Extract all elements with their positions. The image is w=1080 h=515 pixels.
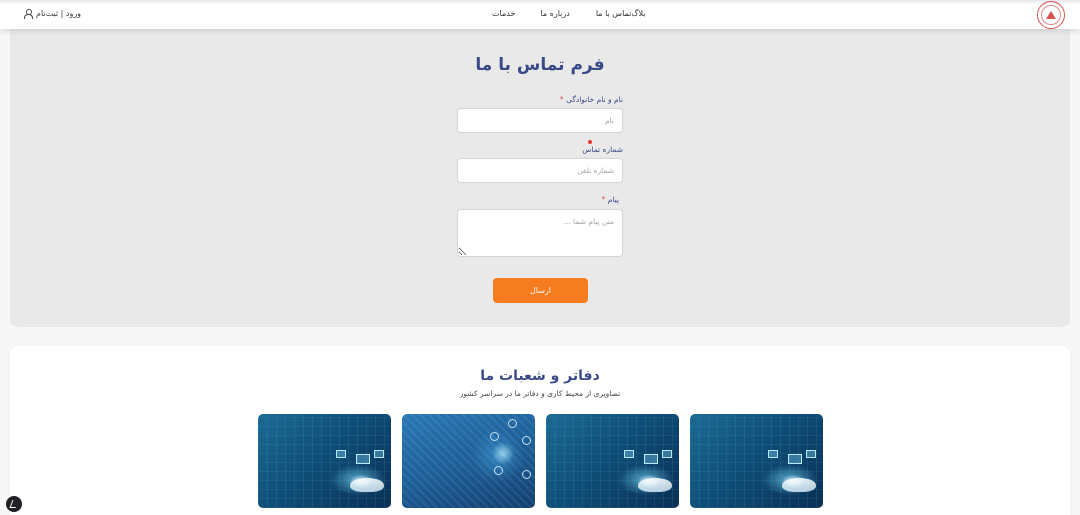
logo-emblem-icon bbox=[1046, 11, 1056, 19]
phone-field-label: شماره تماس bbox=[582, 145, 623, 154]
submit-button[interactable]: ارسال bbox=[493, 278, 588, 303]
offices-subtitle: تصاویری از محیط کاری و دفاتر ما در سراسر… bbox=[459, 389, 621, 398]
message-textarea[interactable] bbox=[457, 209, 623, 257]
office-image[interactable] bbox=[258, 414, 391, 508]
lightning-icon[interactable] bbox=[6, 496, 22, 512]
main-nav: خدمات درباره ما تماس با ما بلاگ bbox=[462, 9, 646, 18]
message-field-label: پیام * bbox=[601, 195, 619, 204]
nav-item-blog[interactable]: بلاگ bbox=[631, 9, 645, 18]
office-image[interactable] bbox=[402, 414, 535, 508]
user-icon bbox=[23, 9, 33, 19]
contact-form-title: فرم تماس با ما bbox=[475, 55, 605, 75]
required-mark: * bbox=[559, 95, 564, 104]
office-image[interactable] bbox=[690, 414, 823, 508]
login-register-label: ورود | ثبت‌نام bbox=[36, 9, 82, 18]
nav-item-about[interactable]: درباره ما bbox=[540, 9, 569, 18]
required-mark: * bbox=[601, 195, 606, 204]
name-input[interactable] bbox=[457, 108, 623, 133]
required-dot bbox=[588, 140, 592, 144]
site-logo[interactable] bbox=[1037, 1, 1065, 29]
nav-item-services[interactable]: خدمات bbox=[492, 9, 515, 18]
office-image[interactable] bbox=[546, 414, 679, 508]
top-header: خدمات درباره ما تماس با ما بلاگ ورود | ث… bbox=[0, 0, 1080, 29]
offices-title: دفاتر و شعبات ما bbox=[480, 368, 600, 384]
nav-item-contact[interactable]: تماس با ما bbox=[596, 9, 632, 18]
login-register-link[interactable]: ورود | ثبت‌نام bbox=[23, 9, 82, 19]
phone-input[interactable] bbox=[457, 158, 623, 183]
name-field-label: نام و نام خانوادگی * bbox=[559, 95, 623, 104]
